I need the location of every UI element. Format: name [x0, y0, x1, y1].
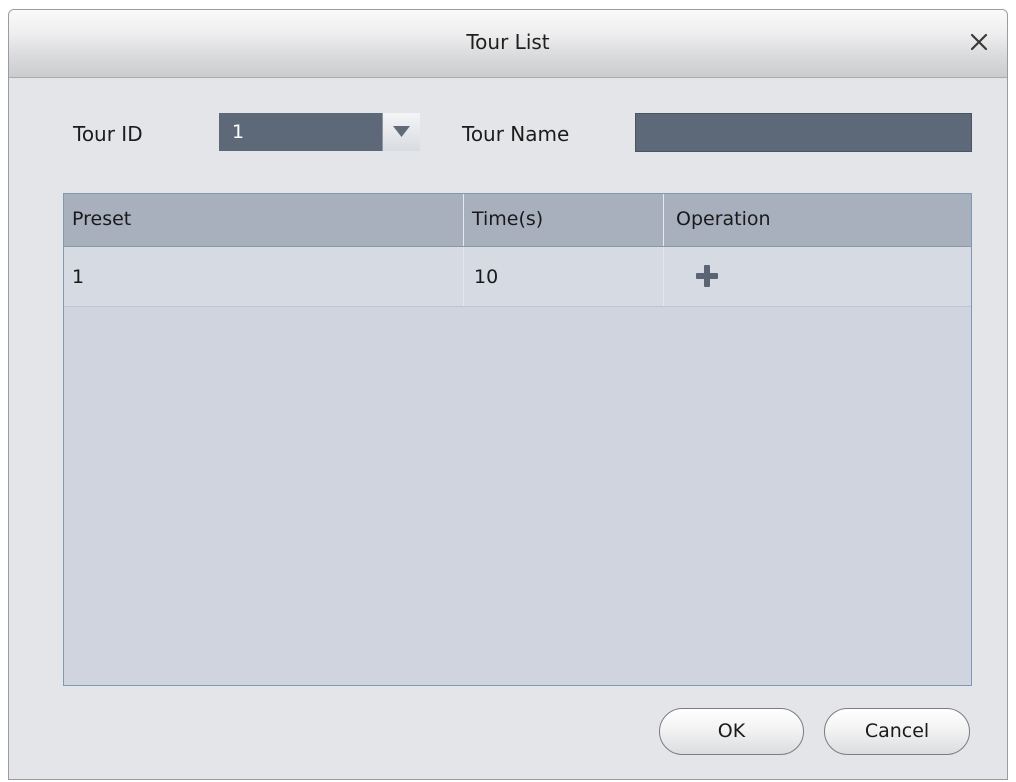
tour-id-select[interactable]: 1: [219, 113, 420, 151]
tour-id-label: Tour ID: [73, 122, 143, 146]
column-header-label: Preset: [72, 208, 132, 230]
close-icon[interactable]: [965, 28, 993, 56]
time-value: 10: [474, 266, 499, 288]
column-header-label: Time(s): [472, 208, 544, 230]
column-header-operation[interactable]: Operation: [664, 194, 969, 246]
title-bar: Tour List: [9, 10, 1007, 78]
tour-name-label: Tour Name: [462, 122, 570, 146]
triangle-down-icon: [393, 126, 410, 137]
preset-value: 1: [72, 266, 85, 288]
cancel-button[interactable]: Cancel: [824, 708, 970, 755]
operation-cell: [664, 247, 971, 306]
ok-button[interactable]: OK: [659, 708, 804, 755]
tour-list-dialog: Tour List Tour ID 1 Tour Name Preset Tim…: [8, 9, 1008, 780]
tour-id-value: 1: [232, 121, 245, 143]
tour-name-input[interactable]: [635, 113, 972, 152]
table-row[interactable]: 1 10: [64, 247, 971, 307]
dropdown-button[interactable]: [382, 113, 420, 151]
table-header: Preset Time(s) Operation: [64, 194, 971, 247]
dialog-title: Tour List: [466, 30, 550, 54]
plus-icon[interactable]: [695, 264, 719, 288]
column-header-label: Operation: [676, 208, 771, 230]
column-header-time[interactable]: Time(s): [464, 194, 664, 246]
time-cell: 10: [464, 247, 664, 306]
preset-cell: 1: [64, 247, 464, 306]
preset-table: Preset Time(s) Operation 1 10: [63, 193, 972, 686]
column-header-preset[interactable]: Preset: [64, 194, 464, 246]
